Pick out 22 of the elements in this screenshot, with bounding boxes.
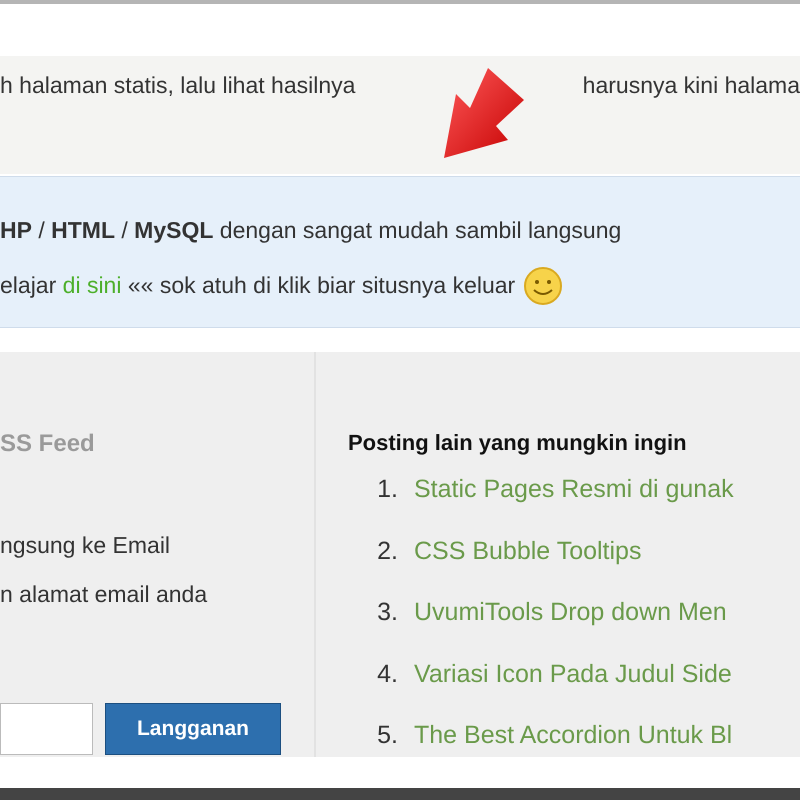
list-number: 4. bbox=[376, 658, 398, 690]
post-link[interactable]: The Best Accordion Untuk Bl bbox=[414, 717, 732, 754]
widget-text: n alamat email anda bbox=[0, 580, 208, 608]
info-text: HP / HTML / MySQL dengan sangat mudah sambil langsung bbox=[0, 216, 622, 245]
widget-text: ngsung ke Email bbox=[0, 531, 172, 560]
notice-text: h halaman statis, lalu lihat hasilnya bbox=[0, 71, 356, 100]
notice-text: harusnya kini halama bbox=[582, 71, 800, 100]
link[interactable]: di sini bbox=[62, 272, 122, 298]
post-link[interactable]: Variasi Icon Pada Judul Side bbox=[414, 656, 732, 693]
list-number: 1. bbox=[376, 474, 398, 505]
post-link[interactable]: Static Pages Resmi di gunak bbox=[414, 471, 734, 508]
smiley-icon bbox=[523, 266, 564, 306]
post-link[interactable]: UvumiTools Drop down Men bbox=[414, 594, 727, 632]
list-number: 2. bbox=[376, 536, 398, 566]
subscribe-button[interactable]: Langganan bbox=[105, 703, 281, 755]
info-text: elajar di sini «« sok atuh di klik biar situsnya keluar bbox=[0, 271, 516, 300]
section-heading: Posting lain yang mungkin ingin bbox=[348, 429, 688, 457]
email-field[interactable] bbox=[0, 703, 93, 755]
list-number: 5. bbox=[376, 720, 398, 751]
widget-title: SS Feed bbox=[0, 429, 96, 459]
list-number: 3. bbox=[376, 597, 398, 628]
post-link[interactable]: CSS Bubble Tooltips bbox=[414, 532, 642, 570]
